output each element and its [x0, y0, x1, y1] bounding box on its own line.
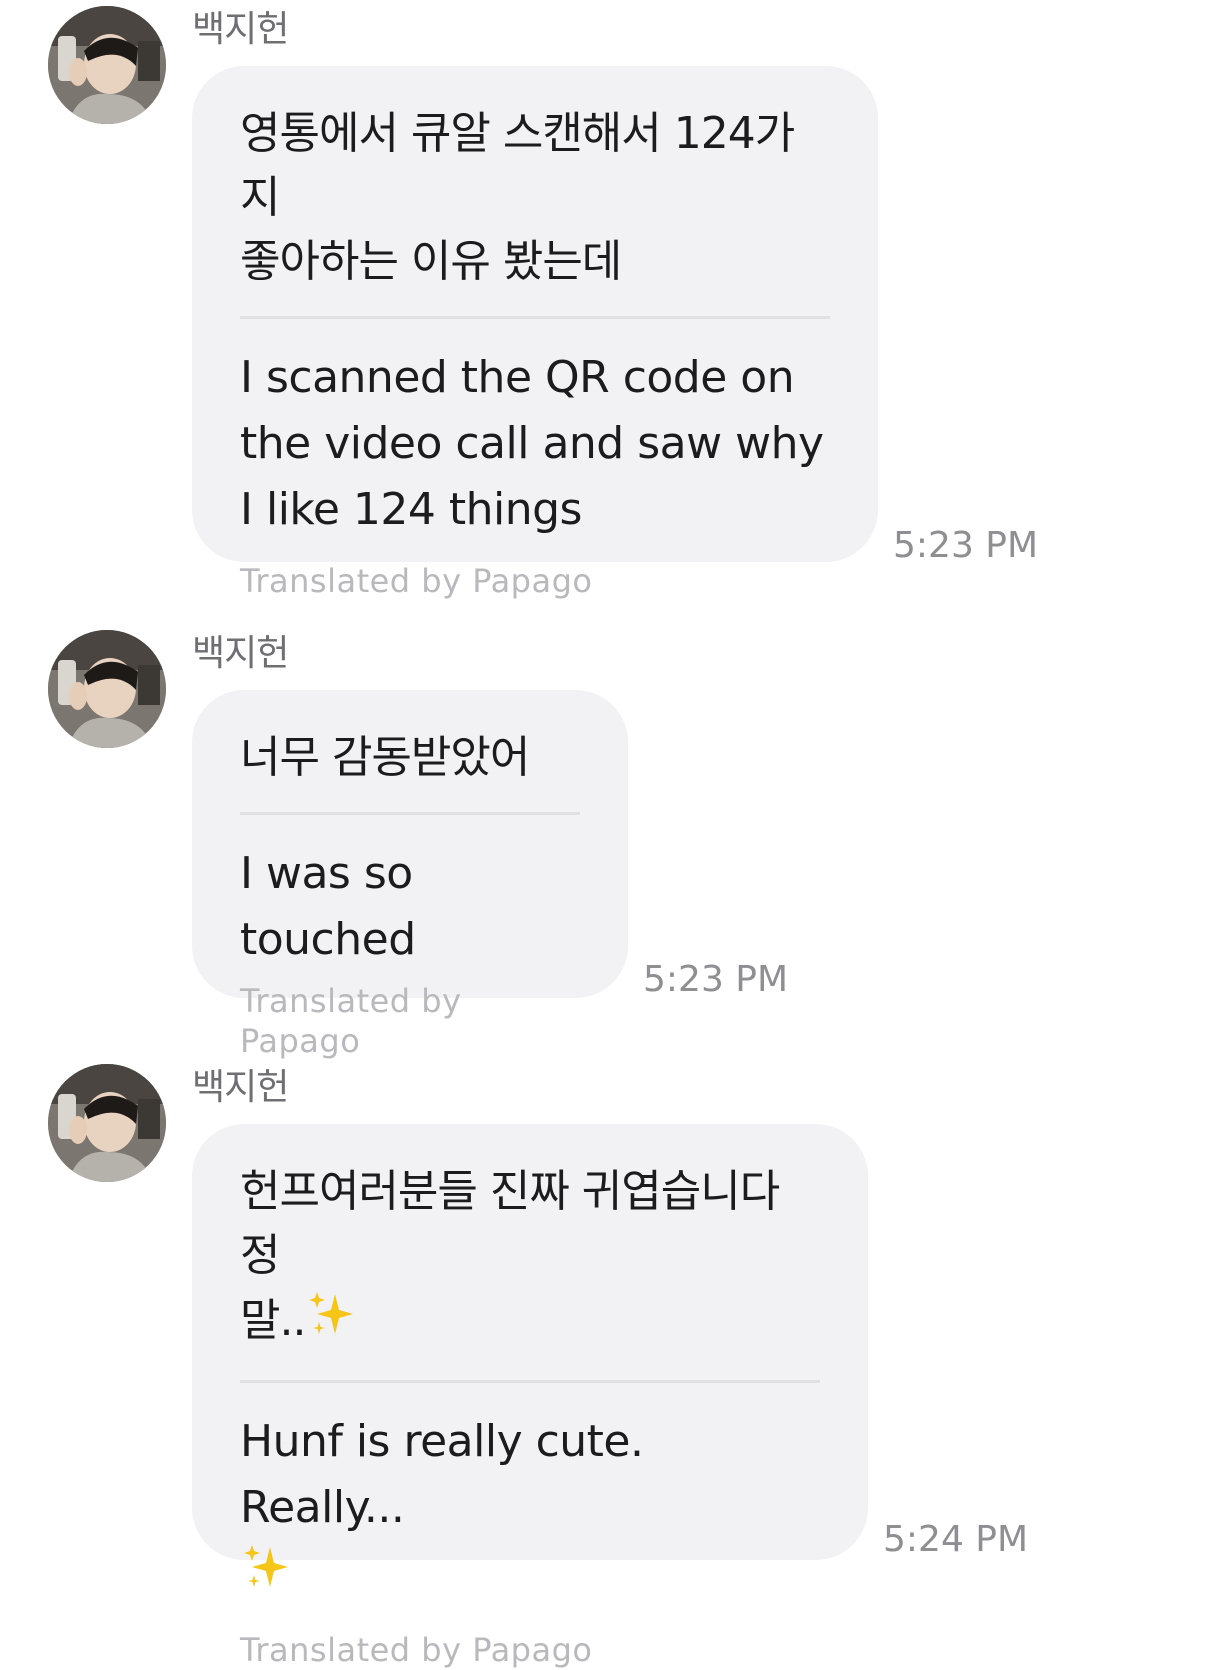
avatar-image	[48, 1064, 166, 1182]
divider	[240, 316, 830, 319]
translation-credit: Translated by Papago	[240, 562, 593, 600]
sparkles-icon	[240, 1541, 292, 1612]
divider	[240, 812, 580, 815]
chat-message: 백지헌 헌프여러분들 진짜 귀엽습니다 정 말.. Hunf is really…	[0, 1058, 1205, 1669]
avatar[interactable]	[48, 1064, 166, 1182]
timestamp: 5:24 PM	[883, 1519, 1029, 1560]
sender-name: 백지헌	[192, 9, 289, 50]
chat-message: 백지헌 너무 감동받았어 I was so touched Translated…	[0, 624, 1205, 1060]
avatar-image	[48, 6, 166, 124]
original-text: 헌프여러분들 진짜 귀엽습니다 정 말..	[240, 1160, 820, 1358]
sparkles-icon	[305, 1288, 357, 1358]
translation-credit: Translated by Papago	[240, 1631, 593, 1669]
message-bubble[interactable]: 너무 감동받았어 I was so touched Translated by …	[192, 690, 628, 1060]
sender-name: 백지헌	[192, 633, 289, 674]
divider	[240, 1380, 820, 1383]
chat-message: 백지헌 영통에서 큐알 스캔해서 124가지 좋아하는 이유 봤는데 I sca…	[0, 0, 1205, 600]
avatar-image	[48, 630, 166, 748]
sender-name: 백지헌	[192, 1067, 289, 1108]
original-text: 너무 감동받았어	[240, 732, 530, 783]
translated-text: Hunf is really cute. Really...	[240, 1409, 820, 1612]
translated-text: I scanned the QR code on the video call …	[240, 352, 824, 535]
message-bubble[interactable]: 영통에서 큐알 스캔해서 124가지 좋아하는 이유 봤는데 I scanned…	[192, 66, 878, 600]
translation-credit: Translated by Papago	[240, 982, 462, 1060]
message-bubble[interactable]: 헌프여러분들 진짜 귀엽습니다 정 말.. Hunf is really cut…	[192, 1124, 868, 1669]
translated-text-content: Hunf is really cute. Really...	[240, 1416, 644, 1533]
translated-text: I was so touched	[240, 848, 416, 965]
original-text: 영통에서 큐알 스캔해서 124가지 좋아하는 이유 봤는데	[240, 108, 795, 287]
timestamp: 5:23 PM	[643, 959, 789, 1000]
avatar[interactable]	[48, 630, 166, 748]
avatar[interactable]	[48, 6, 166, 124]
timestamp: 5:23 PM	[893, 525, 1039, 566]
